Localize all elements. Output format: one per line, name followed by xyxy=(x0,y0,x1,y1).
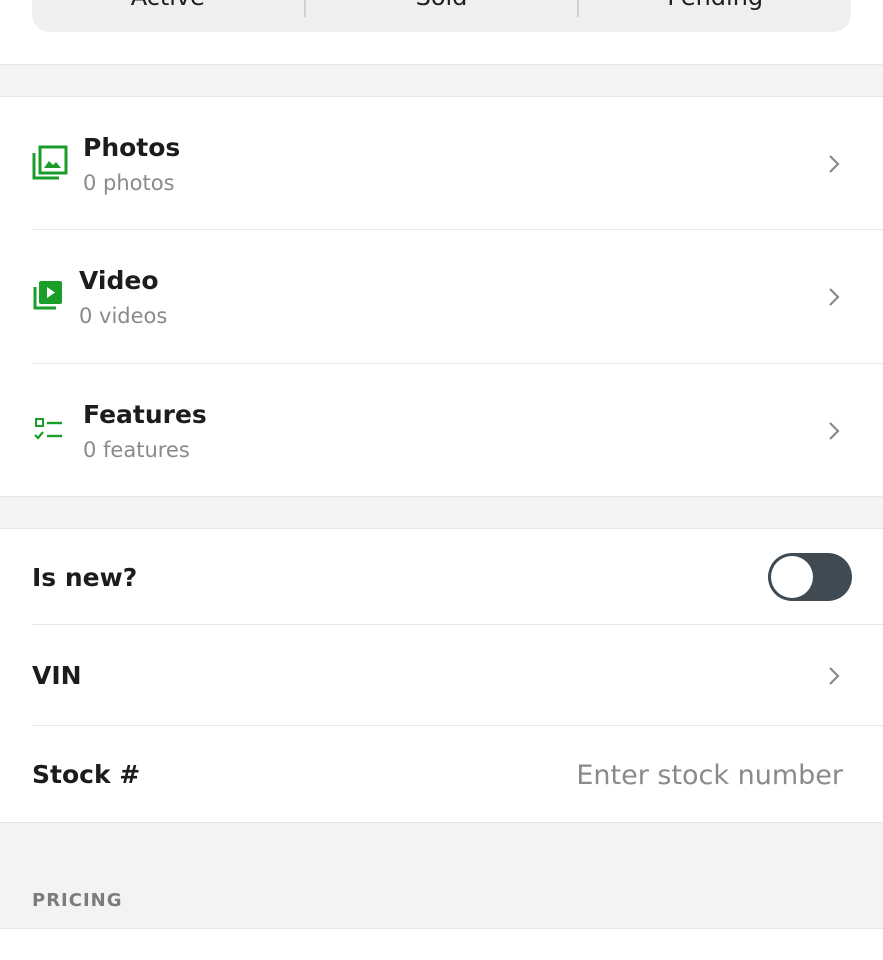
toggle-knob xyxy=(771,556,813,598)
chevron-right-icon xyxy=(829,422,840,440)
video-row[interactable]: Video 0 videos xyxy=(0,230,883,363)
divider xyxy=(0,928,883,929)
chevron-right-icon xyxy=(829,155,840,173)
segment-active[interactable]: Active xyxy=(32,0,304,27)
vin-label: VIN xyxy=(32,661,82,690)
video-title: Video xyxy=(79,266,159,295)
chevron-right-icon xyxy=(829,667,840,685)
stock-label: Stock # xyxy=(32,760,141,789)
features-row[interactable]: Features 0 features xyxy=(0,364,883,497)
photos-title: Photos xyxy=(83,133,181,162)
video-library-icon xyxy=(33,281,62,310)
segment-sold[interactable]: Sold xyxy=(306,0,578,27)
is-new-toggle[interactable] xyxy=(768,553,852,601)
is-new-row: Is new? xyxy=(0,529,883,624)
photo-library-icon xyxy=(32,145,68,180)
photos-subtitle: 0 photos xyxy=(83,171,175,195)
divider xyxy=(0,496,883,497)
segment-pending[interactable]: Pending xyxy=(579,0,851,27)
section-separator xyxy=(0,497,883,528)
stock-number-input[interactable] xyxy=(481,754,845,796)
video-subtitle: 0 videos xyxy=(79,304,168,328)
listing-editor-screen: Active Sold Pending Photos 0 photos Vide… xyxy=(0,0,883,960)
is-new-label: Is new? xyxy=(32,563,138,592)
checklist-icon xyxy=(34,418,62,440)
stock-row: Stock # xyxy=(0,726,883,822)
chevron-right-icon xyxy=(829,288,840,306)
pricing-section-title: PRICING xyxy=(32,890,123,911)
photos-row[interactable]: Photos 0 photos xyxy=(0,97,883,230)
section-separator xyxy=(0,64,883,96)
status-segmented-control: Active Sold Pending xyxy=(32,0,851,32)
divider xyxy=(0,822,883,823)
pricing-section-header: PRICING xyxy=(0,823,883,928)
status-segment-area: Active Sold Pending xyxy=(0,0,883,64)
divider xyxy=(0,64,883,65)
features-title: Features xyxy=(83,400,207,429)
vin-row[interactable]: VIN xyxy=(0,625,883,725)
features-subtitle: 0 features xyxy=(83,438,190,462)
